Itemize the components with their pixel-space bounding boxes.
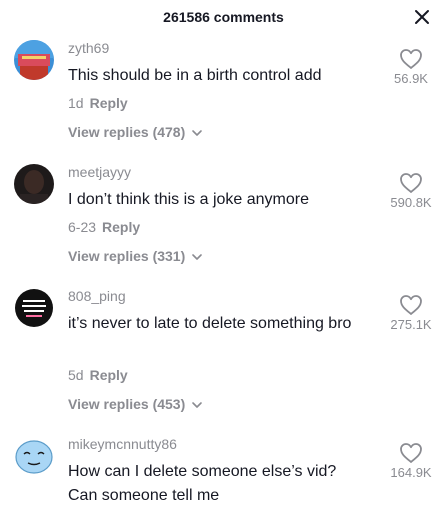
like-count: 275.1K [390,317,432,332]
like-count: 590.8K [390,195,432,210]
comment-meta: 5d Reply [68,367,128,383]
comment-username[interactable]: mikeymcnnutty86 [68,436,177,452]
comment-item: meetjayyy I don’t think this is a joke a… [0,160,447,280]
view-replies-label: View replies (331) [68,248,186,264]
avatar[interactable] [14,40,54,80]
like-area: 590.8K [381,172,441,210]
comment-item: mikeymcnnutty86 How can I delete someone… [0,432,447,510]
heart-icon[interactable] [399,172,423,194]
comment-date: 6-23 [68,219,97,235]
avatar-image [14,164,54,204]
comments-header: 261586 comments [0,0,447,36]
comment-text: How can I delete someone else’s vid? Can… [68,463,337,504]
like-area: 56.9K [381,48,441,86]
avatar-image [14,40,54,80]
chevron-down-icon [192,130,202,137]
comment-item: zyth69 This should be in a birth control… [0,36,447,156]
heart-icon[interactable] [399,294,423,316]
chevron-down-icon [192,402,202,409]
like-count: 56.9K [394,71,428,86]
avatar-image [14,436,54,476]
comment-date: 5d [68,367,84,383]
comment-meta: 6-23 Reply [68,219,140,235]
view-replies-button[interactable]: View replies (453) [68,396,203,412]
comment-username[interactable]: zyth69 [68,40,109,56]
avatar[interactable] [14,288,54,328]
comment-meta: 1d Reply [68,95,128,111]
heart-icon[interactable] [399,48,423,70]
chevron-down-icon [192,254,202,261]
view-replies-label: View replies (478) [68,124,186,140]
reply-button[interactable]: Reply [90,367,128,383]
heart-icon[interactable] [399,442,423,464]
reply-button[interactable]: Reply [102,219,140,235]
view-replies-label: View replies (453) [68,396,186,412]
like-area: 275.1K [381,294,441,332]
like-count: 164.9K [390,465,432,480]
comment-text: I don’t think this is a joke anymore [68,191,310,208]
like-area: 164.9K [381,442,441,480]
comment-text: it’s never to late to delete something b… [68,315,352,332]
comment-username[interactable]: meetjayyy [68,164,131,180]
comment-username[interactable]: 808_ping [68,288,126,304]
avatar[interactable] [14,164,54,204]
comment-date: 1d [68,95,84,111]
comment-item: 808_ping it’s never to late to delete so… [0,284,447,424]
reply-button[interactable]: Reply [90,95,128,111]
close-icon[interactable] [413,8,431,26]
avatar[interactable] [14,436,54,476]
comments-count-title: 261586 comments [163,9,284,25]
comment-text: This should be in a birth control add [68,67,322,84]
view-replies-button[interactable]: View replies (331) [68,248,203,264]
avatar-image [14,288,54,328]
view-replies-button[interactable]: View replies (478) [68,124,203,140]
